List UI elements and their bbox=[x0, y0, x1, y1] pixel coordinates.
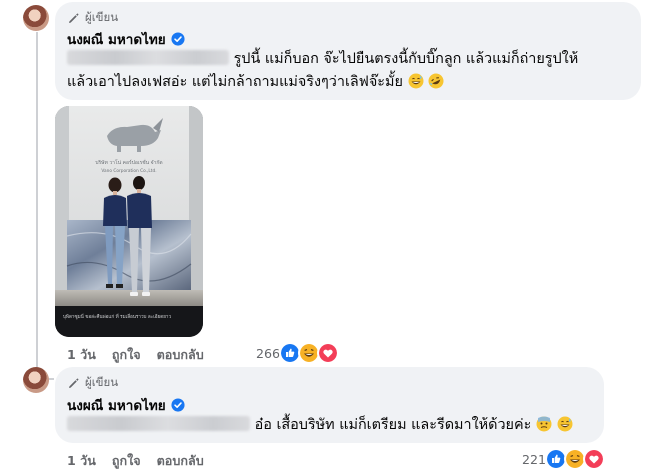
author-name-row: นงผณี มหาดไทย bbox=[67, 394, 185, 416]
reply-button[interactable]: ตอบกลับ bbox=[157, 451, 204, 471]
love-icon bbox=[317, 342, 340, 364]
author-badge: ผู้เขียน bbox=[67, 374, 118, 392]
like-button[interactable]: ถูกใจ bbox=[112, 345, 141, 365]
avatar[interactable] bbox=[23, 5, 49, 31]
author-badge-label: ผู้เขียน bbox=[85, 375, 119, 389]
photo-caption: บุพิดาซูมนี่ ขอล่ะคืนพ่อแก่ ที่ รมเลื่อน… bbox=[63, 313, 171, 320]
reaction-count: 266 bbox=[256, 345, 281, 361]
blurred-mention bbox=[67, 416, 250, 431]
reaction-summary[interactable]: 221 bbox=[522, 448, 606, 470]
thread-line bbox=[36, 32, 38, 364]
comment-text-line-1: อ๋อ เสื้อบริษัท แม่ก็เตรียม และรีดมาให้ด… bbox=[67, 414, 573, 436]
comment-actions: 1 วัน ถูกใจ ตอบกลับ bbox=[67, 451, 220, 471]
author-name[interactable]: นงผณี มหาดไทย bbox=[67, 28, 166, 50]
author-name-row: นงผณี มหาดไทย bbox=[67, 28, 185, 50]
reply-button[interactable]: ตอบกลับ bbox=[157, 345, 204, 365]
comment-text-line-2: แล้วเอาไปลงเฟสอ่ะ แต่ไม่กล้าถามแม่จริงๆว… bbox=[67, 71, 444, 93]
pen-icon bbox=[69, 13, 79, 23]
verified-badge-icon bbox=[171, 398, 185, 412]
love-icon bbox=[583, 448, 606, 470]
verified-badge-icon bbox=[171, 32, 185, 46]
comment-time-link[interactable]: 1 วัน bbox=[67, 451, 96, 471]
sign-text-en: Vano Corporation Co.,Ltd. bbox=[101, 168, 156, 174]
author-name[interactable]: นงผณี มหาดไทย bbox=[67, 394, 166, 416]
attached-photo[interactable]: บริษัท วาโน่ คอร์ปอเรชั่น จำกัด Vano Cor… bbox=[55, 106, 203, 337]
blurred-mention bbox=[67, 50, 229, 65]
author-badge: ผู้เขียน bbox=[67, 9, 118, 27]
pen-icon bbox=[69, 378, 79, 388]
comment-actions: 1 วัน ถูกใจ ตอบกลับ bbox=[67, 345, 220, 365]
author-badge-label: ผู้เขียน bbox=[85, 10, 119, 24]
comment-text-line-1: รูปนี้ แม่ก็บอก จ๊ะไปยืนตรงนี้กับบิ๊กลูก… bbox=[67, 48, 578, 70]
photo-image: บริษัท วาโน่ คอร์ปอเรชั่น จำกัด Vano Cor… bbox=[55, 106, 203, 337]
rofl-emoji bbox=[428, 73, 444, 89]
cold-sweat-emoji bbox=[536, 416, 552, 432]
reaction-summary[interactable]: 266 bbox=[256, 342, 340, 364]
like-button[interactable]: ถูกใจ bbox=[112, 451, 141, 471]
reaction-count: 221 bbox=[522, 451, 547, 467]
avatar[interactable] bbox=[23, 367, 49, 393]
sign-text-th: บริษัท วาโน่ คอร์ปอเรชั่น จำกัด bbox=[95, 159, 162, 166]
grinning-sweat-emoji bbox=[557, 416, 573, 432]
comment-time-link[interactable]: 1 วัน bbox=[67, 345, 96, 365]
grinning-sweat-emoji bbox=[408, 73, 424, 89]
